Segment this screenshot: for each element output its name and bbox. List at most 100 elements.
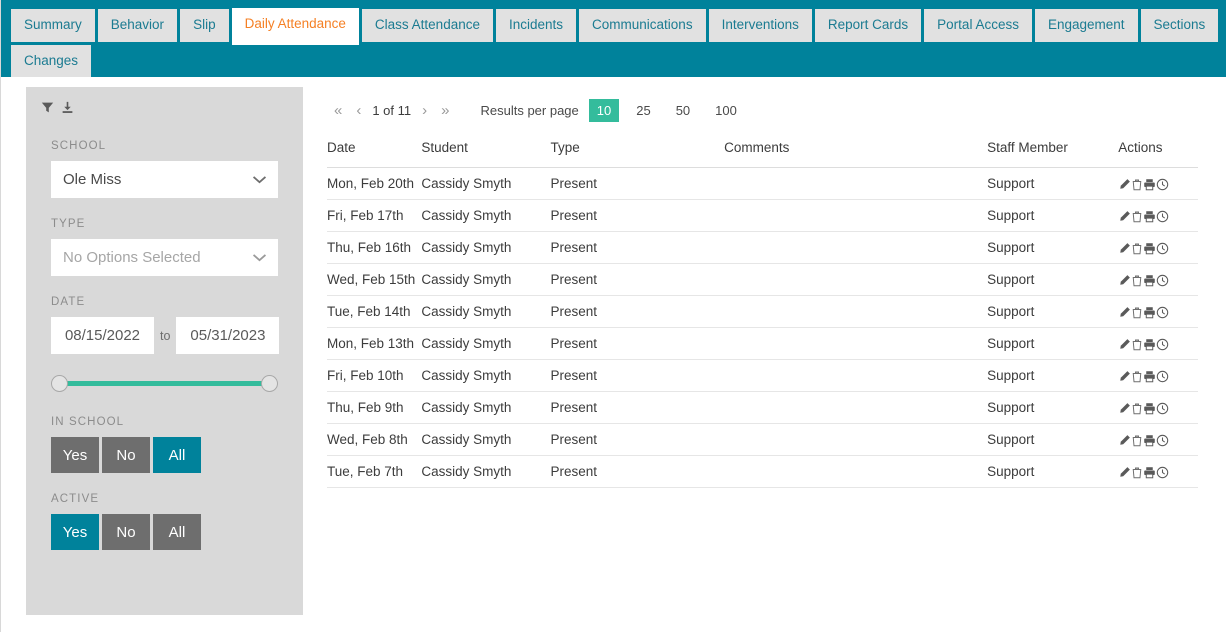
cell-staff-member[interactable]: Support bbox=[987, 167, 1119, 200]
date-from-input[interactable] bbox=[51, 317, 154, 354]
edit-icon[interactable] bbox=[1118, 464, 1131, 479]
history-icon[interactable] bbox=[1156, 208, 1169, 223]
prev-page-button[interactable]: ‹ bbox=[349, 102, 368, 119]
next-page-button[interactable]: › bbox=[415, 102, 434, 119]
delete-icon[interactable] bbox=[1131, 432, 1143, 447]
cell-date: Wed, Feb 8th bbox=[327, 423, 422, 456]
print-icon[interactable] bbox=[1143, 464, 1156, 479]
cell-staff-member[interactable]: Support bbox=[987, 423, 1119, 456]
in-school-all-button[interactable]: All bbox=[153, 437, 201, 473]
first-page-button[interactable]: « bbox=[327, 102, 349, 119]
cell-student[interactable]: Cassidy Smyth bbox=[421, 199, 551, 232]
delete-icon[interactable] bbox=[1131, 240, 1143, 255]
tab-report-cards[interactable]: Report Cards bbox=[814, 9, 922, 42]
page-size-50[interactable]: 50 bbox=[668, 99, 698, 122]
edit-icon[interactable] bbox=[1118, 176, 1131, 191]
print-icon[interactable] bbox=[1143, 240, 1156, 255]
edit-icon[interactable] bbox=[1118, 400, 1131, 415]
type-select[interactable]: No Options Selected bbox=[51, 239, 278, 276]
print-icon[interactable] bbox=[1143, 336, 1156, 351]
history-icon[interactable] bbox=[1156, 368, 1169, 383]
cell-student[interactable]: Cassidy Smyth bbox=[421, 391, 551, 424]
print-icon[interactable] bbox=[1143, 208, 1156, 223]
tab-behavior[interactable]: Behavior bbox=[97, 9, 178, 42]
delete-icon[interactable] bbox=[1131, 304, 1143, 319]
cell-student[interactable]: Cassidy Smyth bbox=[421, 359, 551, 392]
page-size-100[interactable]: 100 bbox=[707, 99, 745, 122]
tab-daily-attendance[interactable]: Daily Attendance bbox=[231, 8, 359, 45]
active-yes-button[interactable]: Yes bbox=[51, 514, 99, 550]
page-size-25[interactable]: 25 bbox=[628, 99, 658, 122]
tab-communications[interactable]: Communications bbox=[579, 9, 706, 42]
print-icon[interactable] bbox=[1143, 400, 1156, 415]
last-page-button[interactable]: » bbox=[434, 102, 456, 119]
edit-icon[interactable] bbox=[1118, 240, 1131, 255]
history-icon[interactable] bbox=[1156, 432, 1169, 447]
history-icon[interactable] bbox=[1156, 272, 1169, 287]
cell-staff-member[interactable]: Support bbox=[987, 263, 1119, 296]
delete-icon[interactable] bbox=[1131, 336, 1143, 351]
delete-icon[interactable] bbox=[1131, 176, 1143, 191]
cell-staff-member[interactable]: Support bbox=[987, 295, 1119, 328]
print-icon[interactable] bbox=[1143, 432, 1156, 447]
cell-staff-member[interactable]: Support bbox=[987, 231, 1119, 264]
table-row: Thu, Feb 9th Cassidy Smyth Present Support bbox=[327, 391, 1198, 424]
cell-staff-member[interactable]: Support bbox=[987, 359, 1119, 392]
tab-class-attendance[interactable]: Class Attendance bbox=[361, 9, 493, 42]
edit-icon[interactable] bbox=[1118, 304, 1131, 319]
history-icon[interactable] bbox=[1156, 304, 1169, 319]
delete-icon[interactable] bbox=[1131, 400, 1143, 415]
in-school-no-button[interactable]: No bbox=[102, 437, 150, 473]
history-icon[interactable] bbox=[1156, 240, 1169, 255]
page-size-10[interactable]: 10 bbox=[588, 99, 620, 122]
cell-student[interactable]: Cassidy Smyth bbox=[421, 327, 551, 360]
download-icon[interactable] bbox=[61, 101, 74, 114]
tab-engagement[interactable]: Engagement bbox=[1034, 9, 1138, 42]
cell-student[interactable]: Cassidy Smyth bbox=[421, 263, 551, 296]
tab-interventions[interactable]: Interventions bbox=[708, 9, 812, 42]
cell-staff-member[interactable]: Support bbox=[987, 327, 1119, 360]
tab-changes[interactable]: Changes bbox=[11, 44, 92, 77]
slider-handle-left[interactable] bbox=[51, 374, 68, 392]
print-icon[interactable] bbox=[1143, 304, 1156, 319]
edit-icon[interactable] bbox=[1118, 336, 1131, 351]
cell-type: Present bbox=[550, 167, 725, 200]
date-to-input[interactable] bbox=[176, 317, 280, 354]
slider-handle-right[interactable] bbox=[261, 374, 278, 392]
cell-student[interactable]: Cassidy Smyth bbox=[421, 295, 551, 328]
cell-staff-member[interactable]: Support bbox=[987, 455, 1119, 488]
print-icon[interactable] bbox=[1143, 176, 1156, 191]
edit-icon[interactable] bbox=[1118, 208, 1131, 223]
in-school-yes-button[interactable]: Yes bbox=[51, 437, 99, 473]
cell-student[interactable]: Cassidy Smyth bbox=[421, 423, 551, 456]
cell-student[interactable]: Cassidy Smyth bbox=[421, 455, 551, 488]
tab-incidents[interactable]: Incidents bbox=[495, 9, 577, 42]
edit-icon[interactable] bbox=[1118, 368, 1131, 383]
print-icon[interactable] bbox=[1143, 272, 1156, 287]
delete-icon[interactable] bbox=[1131, 208, 1143, 223]
delete-icon[interactable] bbox=[1131, 464, 1143, 479]
delete-icon[interactable] bbox=[1131, 272, 1143, 287]
cell-staff-member[interactable]: Support bbox=[987, 391, 1119, 424]
active-no-button[interactable]: No bbox=[102, 514, 150, 550]
cell-student[interactable]: Cassidy Smyth bbox=[421, 167, 551, 200]
date-range-slider[interactable] bbox=[51, 370, 278, 396]
history-icon[interactable] bbox=[1156, 336, 1169, 351]
cell-actions bbox=[1118, 391, 1198, 424]
edit-icon[interactable] bbox=[1118, 432, 1131, 447]
delete-icon[interactable] bbox=[1131, 368, 1143, 383]
tab-slip[interactable]: Slip bbox=[180, 9, 229, 42]
tab-portal-access[interactable]: Portal Access bbox=[924, 9, 1032, 42]
school-select[interactable]: Ole Miss bbox=[51, 161, 278, 198]
cell-student[interactable]: Cassidy Smyth bbox=[421, 231, 551, 264]
filter-icon[interactable] bbox=[41, 101, 54, 114]
print-icon[interactable] bbox=[1143, 368, 1156, 383]
tab-summary[interactable]: Summary bbox=[11, 9, 95, 42]
history-icon[interactable] bbox=[1156, 464, 1169, 479]
active-all-button[interactable]: All bbox=[153, 514, 201, 550]
history-icon[interactable] bbox=[1156, 400, 1169, 415]
edit-icon[interactable] bbox=[1118, 272, 1131, 287]
tab-sections[interactable]: Sections bbox=[1140, 9, 1219, 42]
cell-staff-member[interactable]: Support bbox=[987, 199, 1119, 232]
history-icon[interactable] bbox=[1156, 176, 1169, 191]
